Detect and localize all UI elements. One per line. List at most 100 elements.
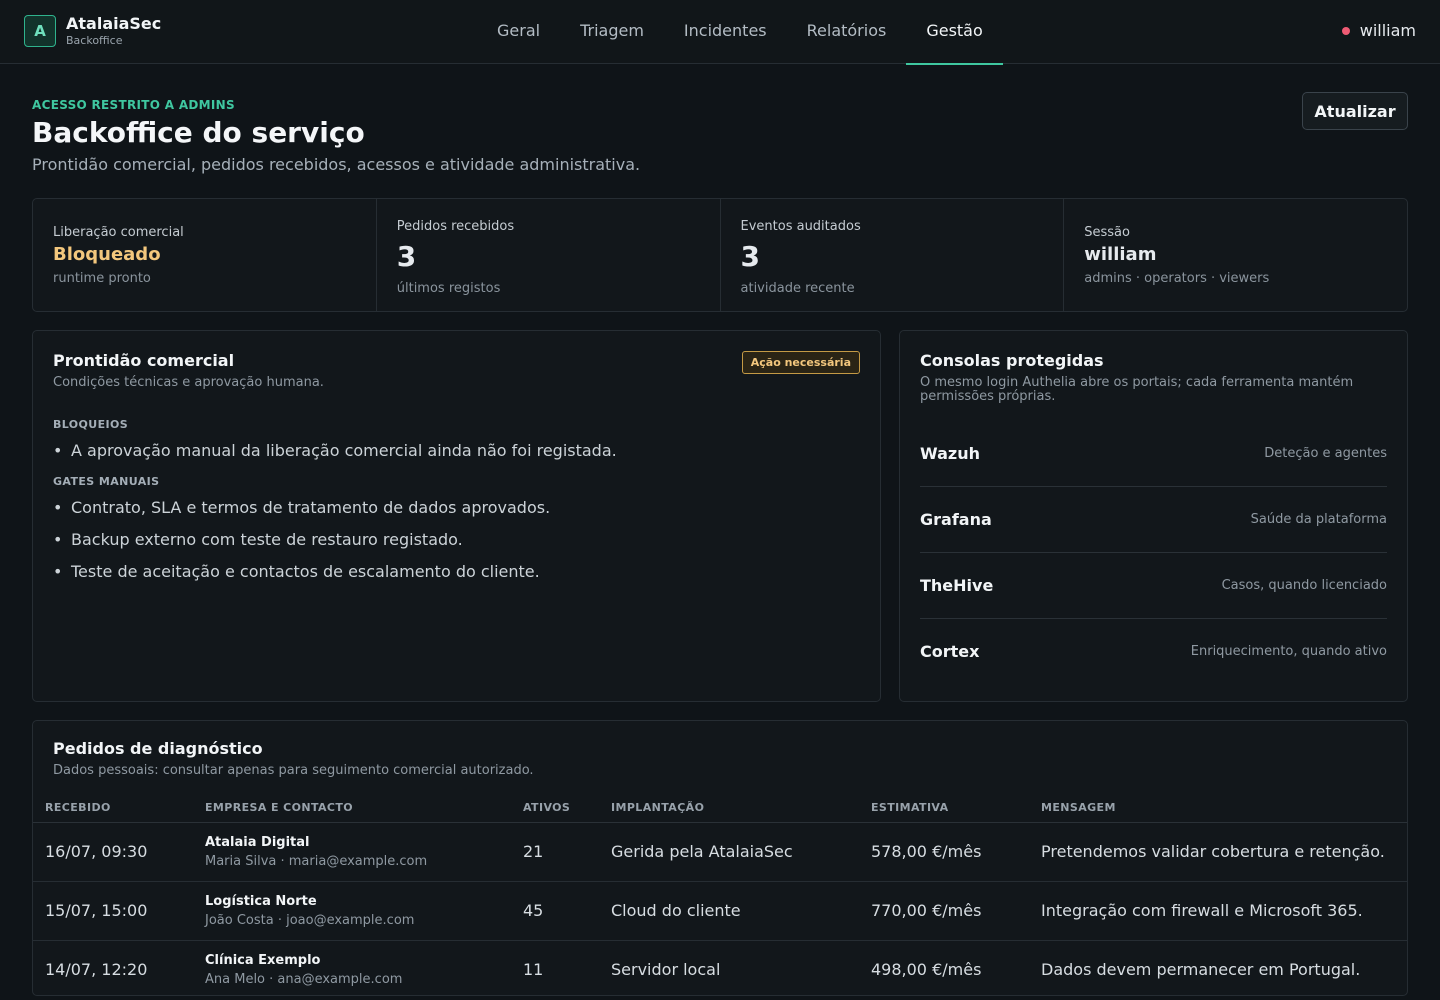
gates-label: GATES MANUAIS: [53, 475, 160, 489]
cell-deployment: Gerida pela AtalaiaSec: [599, 822, 859, 882]
console-desc: Casos, quando licenciado: [1221, 577, 1387, 593]
cell-assets: 21: [511, 822, 599, 882]
stat-note: últimos registos: [396, 281, 501, 296]
cell-received: 15/07, 15:00: [33, 881, 193, 941]
list-item: Teste de aceitação e contactos de escala…: [53, 562, 860, 594]
console-name: Grafana: [920, 509, 992, 529]
company-name: Atalaia Digital: [205, 834, 310, 850]
stat-label: Pedidos recebidos: [396, 219, 515, 234]
stat-label: Sessão: [1084, 225, 1130, 240]
stat-audited-events: Eventos auditados 3 atividade recente: [721, 199, 1065, 311]
tab-gestao[interactable]: Gestão: [906, 0, 1004, 65]
brand[interactable]: A AtalaiaSec Backoffice: [24, 15, 161, 47]
card-title: Prontidão comercial: [53, 351, 235, 370]
console-name: Cortex: [920, 642, 980, 662]
requests-table: RECEBIDO EMPRESA E CONTACTO ATIVOS IMPLA…: [33, 792, 1407, 995]
console-wazuh[interactable]: Wazuh Deteção e agentes: [920, 421, 1387, 487]
column-header[interactable]: MENSAGEM: [1029, 792, 1407, 823]
console-desc: Deteção e agentes: [1264, 445, 1387, 461]
console-thehive[interactable]: TheHive Casos, quando licenciado: [920, 553, 1387, 619]
action-required-badge: Ação necessária: [741, 351, 860, 374]
cell-message: Pretendemos validar cobertura e retenção…: [1029, 822, 1407, 882]
table-row[interactable]: 16/07, 09:30 Atalaia Digital Maria Silva…: [33, 822, 1407, 882]
blockers-label: BLOQUEIOS: [53, 418, 129, 432]
list-item: Backup externo com teste de restauro reg…: [53, 530, 860, 562]
blockers-list: A aprovação manual da liberação comercia…: [53, 441, 860, 473]
console-desc: Saúde da plataforma: [1250, 511, 1387, 527]
refresh-button[interactable]: Atualizar: [1302, 92, 1408, 130]
gates-list: Contrato, SLA e termos de tratamento de …: [53, 498, 860, 594]
cell-message: Dados devem permanecer em Portugal.: [1029, 940, 1407, 995]
company-name: Logística Norte: [205, 893, 317, 909]
tab-geral[interactable]: Geral: [477, 0, 560, 64]
contact-info: Ana Melo · ana@example.com: [205, 971, 403, 987]
console-list: Wazuh Deteção e agentes Grafana Saúde da…: [920, 421, 1387, 685]
table-header-row: RECEBIDO EMPRESA E CONTACTO ATIVOS IMPLA…: [33, 792, 1407, 823]
cell-deployment: Cloud do cliente: [599, 881, 859, 941]
cell-deployment: Servidor local: [599, 940, 859, 995]
cell-estimate: 498,00 €/mês: [859, 940, 1029, 995]
table-row[interactable]: 15/07, 15:00 Logística Norte João Costa …: [33, 881, 1407, 941]
column-header[interactable]: RECEBIDO: [33, 792, 193, 823]
top-bar: A AtalaiaSec Backoffice Geral Triagem In…: [0, 0, 1440, 65]
stat-session: Sessão william admins · operators · view…: [1064, 199, 1407, 311]
consoles-card: Consolas protegidas O mesmo login Authel…: [899, 330, 1408, 702]
cell-company: Atalaia Digital Maria Silva · maria@exam…: [193, 822, 511, 882]
brand-name: AtalaiaSec: [66, 14, 162, 33]
stat-value: Bloqueado: [53, 244, 161, 265]
company-name: Clínica Exemplo: [205, 952, 321, 968]
brand-logo: A: [24, 15, 56, 47]
stat-commercial-release: Liberação comercial Bloqueado runtime pr…: [33, 199, 377, 311]
readiness-card: Prontidão comercial Condições técnicas e…: [32, 330, 881, 702]
card-subtitle: O mesmo login Authelia abre os portais; …: [920, 375, 1354, 405]
access-eyebrow: ACESSO RESTRITO A ADMINS: [32, 98, 235, 112]
column-header[interactable]: ESTIMATIVA: [859, 792, 1029, 823]
list-item: A aprovação manual da liberação comercia…: [53, 441, 860, 473]
user-menu[interactable]: william: [1341, 21, 1416, 40]
card-title: Consolas protegidas: [920, 351, 1104, 370]
stat-value: william: [1084, 244, 1157, 265]
cell-received: 16/07, 09:30: [33, 822, 193, 882]
cell-company: Clínica Exemplo Ana Melo · ana@example.c…: [193, 940, 511, 995]
page-subtitle: Prontidão comercial, pedidos recebidos, …: [32, 155, 641, 174]
table-row[interactable]: 14/07, 12:20 Clínica Exemplo Ana Melo · …: [33, 940, 1407, 995]
cell-received: 14/07, 12:20: [33, 940, 193, 995]
cell-message: Integração com firewall e Microsoft 365.: [1029, 881, 1407, 941]
cell-estimate: 770,00 €/mês: [859, 881, 1029, 941]
user-name: william: [1359, 21, 1416, 40]
list-item: Contrato, SLA e termos de tratamento de …: [53, 498, 860, 530]
cell-company: Logística Norte João Costa · joao@exampl…: [193, 881, 511, 941]
console-desc: Enriquecimento, quando ativo: [1190, 644, 1387, 660]
tab-relatorios[interactable]: Relatórios: [787, 0, 907, 64]
cell-estimate: 578,00 €/mês: [859, 822, 1029, 882]
stat-value: 3: [396, 240, 417, 273]
card-title: Pedidos de diagnóstico: [53, 739, 263, 758]
column-header[interactable]: EMPRESA E CONTACTO: [193, 792, 511, 823]
main-nav: Geral Triagem Incidentes Relatórios Gest…: [477, 0, 1004, 65]
console-cortex[interactable]: Cortex Enriquecimento, quando ativo: [920, 619, 1387, 685]
contact-info: João Costa · joao@example.com: [205, 912, 415, 928]
status-dot-icon: [1341, 26, 1350, 35]
stat-note: atividade recente: [740, 281, 855, 296]
cell-assets: 45: [511, 881, 599, 941]
tab-triagem[interactable]: Triagem: [560, 0, 664, 64]
stat-label: Liberação comercial: [53, 225, 184, 240]
column-header[interactable]: ATIVOS: [511, 792, 599, 823]
brand-subtitle: Backoffice: [66, 34, 123, 47]
stat-value: 3: [740, 240, 760, 273]
contact-info: Maria Silva · maria@example.com: [205, 853, 428, 869]
stat-note: admins · operators · viewers: [1084, 271, 1270, 286]
page-title: Backoffice do serviço: [32, 116, 365, 149]
stat-label: Eventos auditados: [740, 219, 861, 234]
requests-card: Pedidos de diagnóstico Dados pessoais: c…: [32, 720, 1408, 996]
column-header[interactable]: IMPLANTAÇÃO: [599, 792, 859, 823]
stat-note: runtime pronto: [53, 271, 151, 286]
tab-incidentes[interactable]: Incidentes: [664, 0, 787, 64]
stats-panel: Liberação comercial Bloqueado runtime pr…: [32, 198, 1408, 312]
console-grafana[interactable]: Grafana Saúde da plataforma: [920, 487, 1387, 553]
card-subtitle: Dados pessoais: consultar apenas para se…: [53, 763, 534, 778]
console-name: TheHive: [920, 575, 994, 595]
card-subtitle: Condições técnicas e aprovação humana.: [53, 375, 324, 390]
cell-assets: 11: [511, 940, 599, 995]
console-name: Wazuh: [920, 443, 980, 463]
